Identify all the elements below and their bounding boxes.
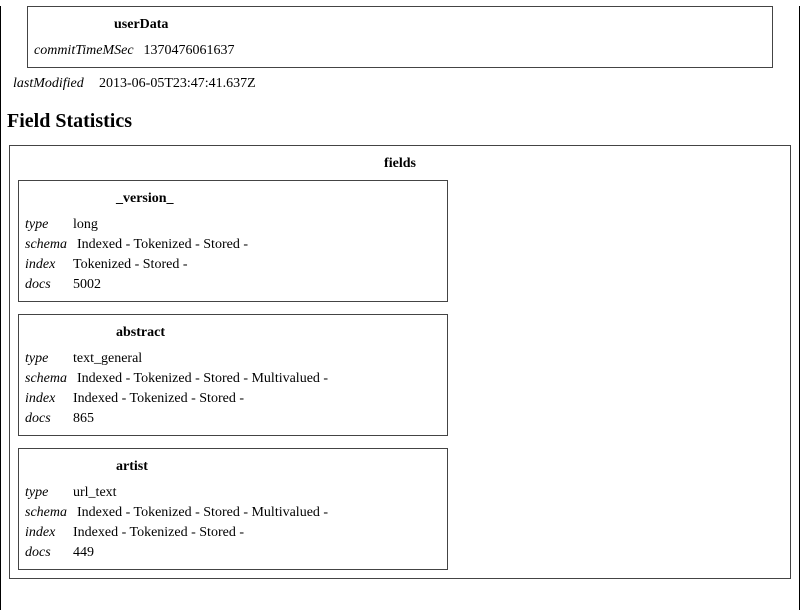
field-docs-row: docs 449	[25, 543, 441, 563]
index-value: Indexed - Tokenized - Stored -	[73, 525, 441, 541]
schema-label: schema	[25, 505, 77, 521]
field-box: artist type url_text schema Indexed - To…	[18, 448, 448, 570]
index-label: index	[25, 257, 73, 273]
schema-label: schema	[25, 237, 77, 253]
type-label: type	[25, 217, 73, 233]
field-box: abstract type text_general schema Indexe…	[18, 314, 448, 436]
userdata-title: userData	[34, 11, 766, 41]
field-name: abstract	[25, 319, 441, 349]
index-label: index	[25, 525, 73, 541]
field-index-row: index Indexed - Tokenized - Stored -	[25, 389, 441, 409]
field-docs-row: docs 5002	[25, 275, 441, 295]
docs-label: docs	[25, 545, 73, 561]
fields-container: fields _version_ type long schema Indexe…	[9, 145, 791, 579]
field-type-row: type url_text	[25, 483, 441, 503]
field-index-row: index Indexed - Tokenized - Stored -	[25, 523, 441, 543]
field-schema-row: schema Indexed - Tokenized - Stored - Mu…	[25, 369, 441, 389]
userdata-box: userData commitTimeMSec 1370476061637	[27, 6, 773, 68]
type-value: url_text	[73, 485, 441, 501]
docs-value: 865	[73, 411, 441, 427]
commit-label: commitTimeMSec	[34, 43, 144, 59]
docs-label: docs	[25, 277, 73, 293]
type-label: type	[25, 351, 73, 367]
type-label: type	[25, 485, 73, 501]
field-schema-row: schema Indexed - Tokenized - Stored - Mu…	[25, 503, 441, 523]
field-docs-row: docs 865	[25, 409, 441, 429]
docs-value: 5002	[73, 277, 441, 293]
schema-value: Indexed - Tokenized - Stored -	[77, 237, 441, 253]
lastmodified-label: lastModified	[13, 76, 99, 92]
field-name: artist	[25, 453, 441, 483]
field-type-row: type long	[25, 215, 441, 235]
lastmodified-value: 2013-06-05T23:47:41.637Z	[99, 76, 789, 92]
field-schema-row: schema Indexed - Tokenized - Stored -	[25, 235, 441, 255]
fields-title: fields	[18, 152, 782, 180]
docs-value: 449	[73, 545, 441, 561]
field-box: _version_ type long schema Indexed - Tok…	[18, 180, 448, 302]
schema-value: Indexed - Tokenized - Stored - Multivalu…	[77, 505, 441, 521]
section-heading: Field Statistics	[7, 110, 793, 133]
schema-label: schema	[25, 371, 77, 387]
docs-label: docs	[25, 411, 73, 427]
commit-value: 1370476061637	[144, 43, 766, 59]
index-label: index	[25, 391, 73, 407]
type-value: long	[73, 217, 441, 233]
field-index-row: index Tokenized - Stored -	[25, 255, 441, 275]
lastmodified-row: lastModified 2013-06-05T23:47:41.637Z	[7, 74, 793, 96]
index-value: Tokenized - Stored -	[73, 257, 441, 273]
commit-row: commitTimeMSec 1370476061637	[34, 41, 766, 61]
field-name: _version_	[25, 185, 441, 215]
index-value: Indexed - Tokenized - Stored -	[73, 391, 441, 407]
field-type-row: type text_general	[25, 349, 441, 369]
schema-value: Indexed - Tokenized - Stored - Multivalu…	[77, 371, 441, 387]
type-value: text_general	[73, 351, 441, 367]
